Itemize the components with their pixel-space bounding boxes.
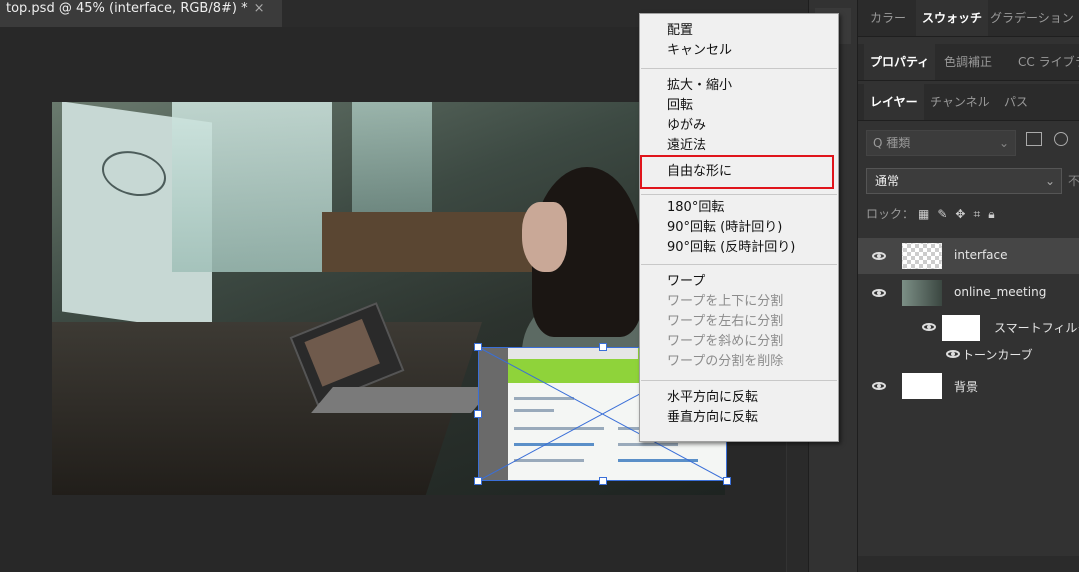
lock-label: ロック： — [866, 207, 915, 221]
tab-channels[interactable]: チャンネル — [924, 84, 996, 120]
layer-thumbnail — [902, 373, 942, 399]
right-panel: カラー スウォッチ グラデーション プロパティ 色調補正 CC ライブラ レイヤ… — [858, 0, 1079, 572]
menu-item-rotate-90-cw[interactable]: 90°回転 (時計回り) — [667, 219, 782, 237]
menu-item-flip-vertical[interactable]: 垂直方向に反転 — [667, 409, 758, 427]
layer-row-tone-curve[interactable]: トーンカーブ — [858, 341, 1079, 367]
tab-gradients[interactable]: グラデーション — [984, 0, 1079, 36]
visibility-eye-icon[interactable] — [922, 323, 936, 331]
menu-separator — [641, 194, 837, 195]
layer-row-online-meeting[interactable]: online_meeting — [858, 275, 1079, 311]
window — [172, 102, 332, 272]
menu-item-rotate-180[interactable]: 180°回転 — [667, 199, 724, 217]
layer-filter-search[interactable]: Q 種類 ⌄ — [866, 130, 1016, 156]
menu-item-scale[interactable]: 拡大・縮小 — [667, 77, 732, 95]
transform-handle[interactable] — [474, 410, 482, 418]
visibility-eye-icon[interactable] — [872, 382, 886, 390]
menu-separator — [641, 68, 837, 69]
layer-filter-kind: Q 種類 — [873, 136, 911, 150]
properties-tabs: プロパティ 色調補正 CC ライブラ — [858, 44, 1079, 81]
chevron-down-icon: ⌄ — [998, 136, 1009, 150]
menu-item-place[interactable]: 配置 — [667, 22, 693, 40]
layer-name: interface — [954, 248, 1008, 262]
tab-cc-libraries[interactable]: CC ライブラ — [1012, 44, 1079, 80]
menu-item-warp-remove-split: ワープの分割を削除 — [667, 354, 784, 369]
laptop-keyboard — [311, 387, 493, 413]
transform-handle[interactable] — [723, 477, 731, 485]
layer-thumbnail — [902, 243, 942, 269]
filter-mask-thumbnail — [942, 315, 980, 341]
visibility-eye-icon[interactable] — [872, 289, 886, 297]
lock-transparent-icon[interactable]: ▦ — [918, 207, 929, 221]
person-face — [522, 202, 567, 272]
menu-separator — [641, 264, 837, 265]
visibility-eye-icon[interactable] — [946, 350, 960, 358]
visibility-eye-icon[interactable] — [872, 252, 886, 260]
transform-handle[interactable] — [474, 477, 482, 485]
layer-thumbnail — [902, 280, 942, 306]
menu-item-flip-horizontal[interactable]: 水平方向に反転 — [667, 389, 758, 407]
menu-item-skew[interactable]: ゆがみ — [667, 117, 706, 135]
image-filter-icon[interactable] — [1026, 132, 1042, 146]
document-tab-title: top.psd @ 45% (interface, RGB/8#) * — [6, 1, 248, 16]
menu-item-warp[interactable]: ワープ — [667, 273, 705, 291]
menu-item-warp-split-horizontal: ワープを左右に分割 — [667, 314, 784, 329]
menu-item-perspective[interactable]: 遠近法 — [667, 137, 706, 155]
tab-paths[interactable]: パス — [998, 84, 1034, 120]
layers-tabs: レイヤー チャンネル パス — [858, 84, 1079, 121]
menu-item-cancel[interactable]: キャンセル — [667, 42, 732, 60]
close-tab-icon[interactable]: × — [254, 1, 265, 16]
layer-row-interface[interactable]: interface — [858, 238, 1079, 274]
tab-properties[interactable]: プロパティ — [864, 44, 936, 80]
tab-adjustments[interactable]: 色調補正 — [938, 44, 998, 80]
color-tabs: カラー スウォッチ グラデーション — [858, 0, 1079, 37]
menu-separator — [641, 380, 837, 381]
transform-handle[interactable] — [474, 343, 482, 351]
blend-mode-select[interactable]: 通常 ⌄ — [866, 168, 1062, 194]
menu-item-rotate-90-ccw[interactable]: 90°回転 (反時計回り) — [667, 239, 795, 257]
highlight-box — [640, 155, 834, 189]
layer-name: online_meeting — [954, 285, 1047, 299]
menu-item-rotate[interactable]: 回転 — [667, 97, 693, 115]
tab-swatches[interactable]: スウォッチ — [916, 0, 989, 36]
layer-row-background[interactable]: 背景 — [858, 368, 1079, 404]
lock-row: ロック： ▦ ✎ ✥ ⌗ 🔒︎ — [866, 204, 1003, 224]
lock-paint-icon[interactable]: ✎ — [937, 207, 947, 221]
menu-item-warp-split-diagonal: ワープを斜めに分割 — [667, 334, 784, 349]
transform-context-menu: 配置 キャンセル 拡大・縮小 回転 ゆがみ 遠近法 自由な形に 180°回転 9… — [639, 13, 839, 442]
window — [352, 102, 432, 222]
layers-bottom-bar — [858, 556, 1079, 572]
tab-layers[interactable]: レイヤー — [864, 84, 924, 120]
transform-handle[interactable] — [599, 343, 607, 351]
adjustment-filter-icon[interactable] — [1054, 132, 1068, 146]
layer-name: トーンカーブ — [962, 348, 1033, 362]
lock-artboard-icon[interactable]: ⌗ — [973, 207, 980, 221]
transform-handle[interactable] — [599, 477, 607, 485]
opacity-label: 不 — [1068, 174, 1079, 188]
lock-all-icon[interactable]: 🔒︎ — [988, 207, 994, 221]
document-tab[interactable]: top.psd @ 45% (interface, RGB/8#) * × — [0, 0, 282, 27]
menu-item-warp-split-vertical: ワープを上下に分割 — [667, 294, 784, 309]
layer-name: スマートフィルタ — [994, 321, 1079, 335]
chevron-down-icon: ⌄ — [1044, 174, 1055, 188]
blend-mode-value: 通常 — [875, 174, 900, 188]
layer-name: 背景 — [954, 380, 979, 394]
lock-move-icon[interactable]: ✥ — [955, 207, 965, 221]
tab-color[interactable]: カラー — [864, 0, 912, 36]
